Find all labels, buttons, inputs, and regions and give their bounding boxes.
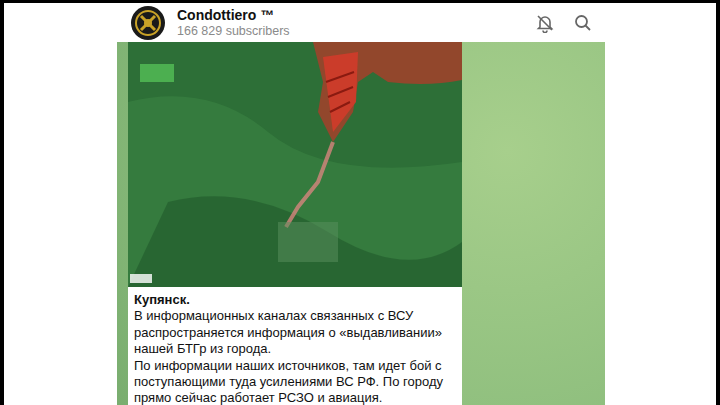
right-margin	[605, 3, 716, 405]
post-text: Купянск. В информационных каналах связан…	[128, 287, 462, 405]
telegram-window: Condottiero ™ 166 829 subscribers	[117, 3, 605, 405]
post-title: Купянск.	[134, 292, 454, 308]
channel-header[interactable]: Condottiero ™ 166 829 subscribers	[117, 3, 605, 42]
post-line: По информации наших источников, там идет…	[134, 358, 454, 374]
channel-title: Condottiero ™	[177, 7, 523, 23]
post-line: нашей БТГр из города.	[134, 341, 454, 357]
chat-area: Купянск. В информационных каналах связан…	[117, 42, 605, 405]
post-line: прямо сейчас работает РСЗО и авиация.	[134, 390, 454, 405]
subscriber-count: 166 829 subscribers	[177, 24, 523, 38]
post-line: распространяется информация о «выдавлива…	[134, 325, 454, 341]
post-line: поступающими туда усилениями ВС РФ. По г…	[134, 374, 454, 390]
search-icon[interactable]	[573, 13, 593, 33]
left-margin	[4, 3, 117, 405]
channel-avatar-icon[interactable]	[131, 6, 165, 40]
channel-post: Купянск. В информационных каналах связан…	[128, 42, 462, 405]
map-image[interactable]	[128, 42, 462, 287]
bell-off-icon[interactable]	[535, 13, 555, 33]
post-line: В информационных каналах связанных с ВСУ	[134, 308, 454, 324]
